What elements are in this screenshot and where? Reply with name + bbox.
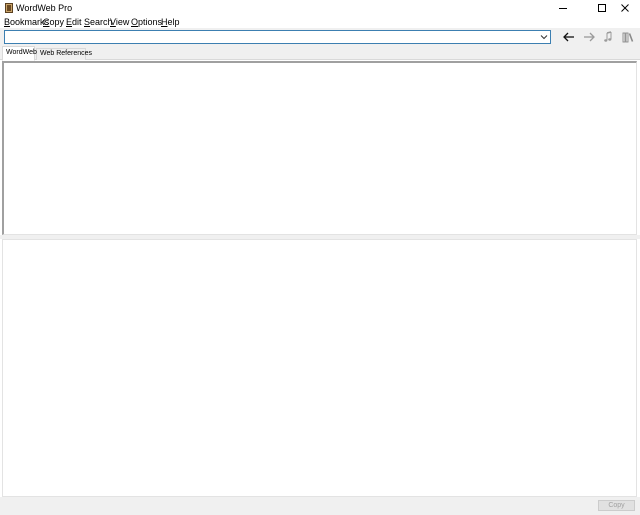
tab-wordweb[interactable]: WordWeb <box>2 46 37 61</box>
title-bar: WordWeb Pro <box>0 0 640 16</box>
tab-strip: Web References WordWeb <box>0 46 640 61</box>
maximize-icon <box>598 4 606 12</box>
search-input[interactable] <box>7 32 537 42</box>
status-bar: Copy <box>0 497 640 515</box>
word-list-pane[interactable] <box>2 239 637 497</box>
books-icon <box>622 32 634 43</box>
menu-view[interactable]: View <box>110 17 129 27</box>
forward-button[interactable] <box>581 29 597 45</box>
menu-options[interactable]: Options <box>131 17 162 27</box>
close-icon <box>621 4 629 12</box>
close-button[interactable] <box>610 0 640 16</box>
wordweb-app-icon <box>5 3 13 13</box>
minimize-icon <box>559 8 567 9</box>
arrow-left-icon <box>563 32 574 42</box>
search-combobox[interactable] <box>4 30 551 44</box>
copy-button[interactable]: Copy <box>598 500 635 511</box>
window-title: WordWeb Pro <box>16 3 73 13</box>
menu-help[interactable]: Help <box>161 17 180 27</box>
toolbar <box>0 28 640 46</box>
arrow-right-icon <box>584 32 595 42</box>
chevron-down-icon[interactable] <box>539 32 549 42</box>
back-button[interactable] <box>561 29 577 45</box>
menu-edit[interactable]: Edit <box>66 17 82 27</box>
music-note-icon <box>604 31 612 42</box>
dictionaries-button[interactable] <box>620 29 636 45</box>
menu-search[interactable]: Search <box>84 17 113 27</box>
tab-web-references[interactable]: Web References <box>36 48 92 60</box>
definition-pane[interactable] <box>2 61 637 235</box>
menu-bar: Bookmarks Copy Edit Search View Options … <box>0 16 640 28</box>
menu-copy[interactable]: Copy <box>43 17 64 27</box>
minimize-button[interactable] <box>548 0 578 16</box>
pronounce-button[interactable] <box>600 29 616 45</box>
